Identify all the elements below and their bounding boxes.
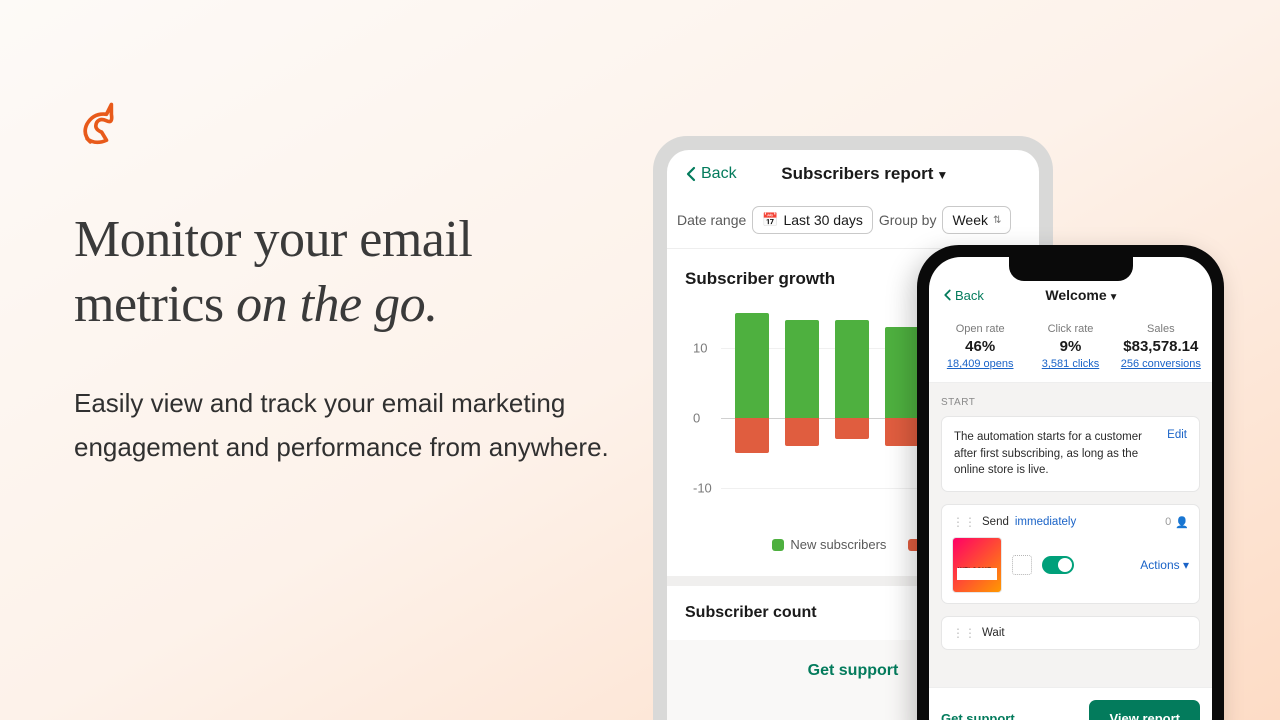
metric-value: 46% [935,338,1025,355]
bar-column [785,313,819,523]
y-tick-neg10: -10 [693,480,712,495]
caret-down-icon: ▼ [1109,292,1119,303]
metrics-row: Open rate 46% 18,409 opens Click rate 9% 3,58… [929,313,1212,383]
screen-title-dropdown[interactable]: Welcome▼ [966,287,1198,303]
send-count: 0 [1165,516,1171,528]
subtext: Easily view and track your email marketi… [74,381,614,469]
wait-prefix: Wait [982,627,1005,639]
metric-link[interactable]: 18,409 opens [935,358,1025,370]
caret-down-icon: ▼ [936,168,948,182]
headline-italic: on the go. [236,276,438,333]
metric: Click rate 9% 3,581 clicks [1025,323,1115,370]
drag-handle-icon[interactable]: ⋮⋮ [952,626,976,640]
select-arrows-icon: ⇅ [993,215,1001,226]
add-step-placeholder[interactable] [1012,555,1032,575]
edit-link[interactable]: Edit [1167,429,1187,441]
chevron-left-icon [685,166,697,182]
thumb-label: WELCOME [958,568,991,574]
send-step-card: ⋮⋮ Send immediately 0 👤 WELCOME Actions … [941,504,1200,604]
bar-column [885,313,919,523]
drag-handle-icon[interactable]: ⋮⋮ [952,515,976,529]
actions-dropdown[interactable]: Actions ▾ [1140,558,1189,572]
screen-title-dropdown[interactable]: Subscribers report▼ [709,164,1021,184]
headline: Monitor your email metrics on the go. [74,207,614,337]
legend-swatch-new [772,539,784,551]
bar-column [735,313,769,523]
brand-logo-icon [74,98,126,150]
start-label: START [941,397,1200,408]
metric-link[interactable]: 256 conversions [1116,358,1206,370]
metric-label: Open rate [935,323,1025,335]
view-report-button[interactable]: View report [1089,700,1200,720]
date-range-label: Date range [677,212,746,228]
screen-title-text: Subscribers report [781,164,933,183]
phone-notch [1009,257,1133,281]
send-timing-link[interactable]: immediately [1015,516,1076,528]
metric-value: $83,578.14 [1116,338,1206,355]
bar-column [835,313,869,523]
active-toggle[interactable] [1042,556,1074,574]
metric-label: Click rate [1025,323,1115,335]
metric-link[interactable]: 3,581 clicks [1025,358,1115,370]
screen-title-text: Welcome [1045,287,1106,303]
y-tick-10: 10 [693,341,707,356]
date-range-value: Last 30 days [783,212,862,228]
person-icon: 👤 [1175,516,1189,529]
group-by-label: Group by [879,212,937,228]
automation-start-card: The automation starts for a customer aft… [941,416,1200,492]
chevron-left-icon [943,289,952,301]
metric: Open rate 46% 18,409 opens [935,323,1025,370]
metric: Sales $83,578.14 256 conversions [1116,323,1206,370]
email-thumbnail[interactable]: WELCOME [952,537,1002,593]
wait-step-card: ⋮⋮ Wait [941,616,1200,650]
calendar-icon: 📅 [762,212,778,228]
send-prefix: Send [982,516,1009,528]
metric-label: Sales [1116,323,1206,335]
legend-label-new: New subscribers [790,537,886,552]
get-support-link[interactable]: Get support [941,711,1077,720]
y-tick-0: 0 [693,411,700,426]
metric-value: 9% [1025,338,1115,355]
group-by-value: Week [952,212,988,228]
group-by-select[interactable]: Week ⇅ [942,206,1011,234]
phone-mockup: Back Welcome▼ Open rate46%18,409 opensCl… [917,245,1224,720]
date-range-picker[interactable]: 📅 Last 30 days [752,206,873,234]
automation-text: The automation starts for a customer aft… [954,429,1157,479]
